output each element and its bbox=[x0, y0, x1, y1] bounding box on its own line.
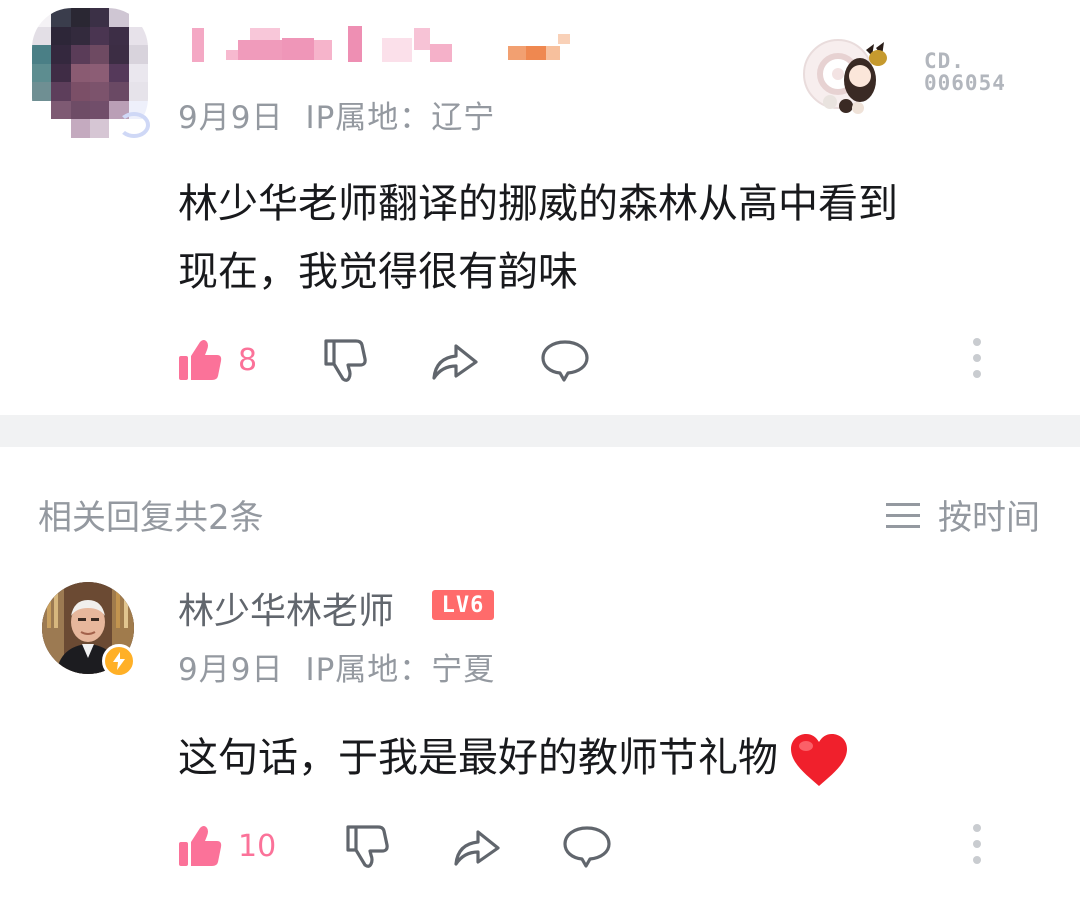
reply-text: 这句话，于我是最好的教师节礼物 bbox=[178, 724, 1028, 792]
level-badge: LV6 bbox=[432, 590, 494, 620]
comment-bubble-icon bbox=[541, 340, 589, 382]
comment-item: 9月9日 IP属地：辽宁 CD. 006054 林少华老师翻译的挪威的森林从高中看… bbox=[0, 0, 1080, 415]
comment-meta: 9月9日 IP属地：辽宁 bbox=[178, 92, 495, 137]
reply-actions: 10 bbox=[176, 822, 1036, 874]
dislike-button[interactable] bbox=[322, 336, 370, 384]
more-button[interactable] bbox=[970, 822, 984, 866]
username-pixelated[interactable] bbox=[192, 26, 592, 66]
like-button[interactable]: 8 bbox=[176, 336, 257, 384]
thumbs-down-icon bbox=[346, 825, 389, 868]
fan-badge-icon[interactable] bbox=[802, 36, 890, 116]
fan-badge-number: CD. 006054 bbox=[924, 49, 1006, 95]
heart-emoji-icon bbox=[791, 734, 847, 786]
comment-text: 林少华老师翻译的挪威的森林从高中看到 现在，我觉得很有韵味 bbox=[178, 181, 898, 295]
like-button[interactable]: 10 bbox=[176, 822, 276, 870]
reply-ip-location: IP属地：宁夏 bbox=[305, 652, 496, 688]
reply-date: 9月9日 bbox=[178, 652, 284, 688]
comment-thread: 9月9日 IP属地：辽宁 CD. 006054 林少华老师翻译的挪威的森林从高中看… bbox=[0, 0, 1080, 898]
dislike-button[interactable] bbox=[344, 822, 392, 870]
reply-button[interactable] bbox=[540, 336, 590, 384]
more-vertical-icon bbox=[973, 824, 981, 864]
more-vertical-icon bbox=[973, 338, 981, 378]
verified-badge bbox=[102, 644, 136, 678]
thumbs-down-icon bbox=[324, 339, 367, 382]
replies-count-header: 相关回复共2条 bbox=[38, 498, 264, 538]
share-icon bbox=[432, 344, 478, 380]
comment-actions: 8 bbox=[176, 336, 1036, 388]
share-button[interactable] bbox=[430, 336, 480, 384]
thumbs-up-icon bbox=[179, 826, 222, 866]
section-divider bbox=[0, 415, 1080, 447]
sort-button[interactable]: 按时间 bbox=[884, 490, 1040, 539]
avatar-pendant bbox=[118, 112, 150, 138]
reply-meta: 9月9日 IP属地：宁夏 bbox=[178, 644, 495, 689]
like-count: 8 bbox=[238, 342, 258, 378]
lightning-icon bbox=[113, 652, 125, 670]
share-icon bbox=[454, 830, 500, 866]
thumbs-up-icon bbox=[179, 340, 222, 380]
menu-lines-icon bbox=[886, 502, 920, 528]
sort-label: 按时间 bbox=[938, 498, 1040, 538]
share-button[interactable] bbox=[452, 822, 502, 870]
like-count: 10 bbox=[238, 828, 277, 864]
comment-bubble-icon bbox=[563, 826, 611, 868]
reply-button[interactable] bbox=[562, 822, 612, 870]
reply-username[interactable]: 林少华林老师 bbox=[178, 582, 394, 634]
comment-date: 9月9日 bbox=[178, 100, 284, 136]
comment-ip-location: IP属地：辽宁 bbox=[305, 100, 496, 136]
more-button[interactable] bbox=[970, 336, 984, 380]
